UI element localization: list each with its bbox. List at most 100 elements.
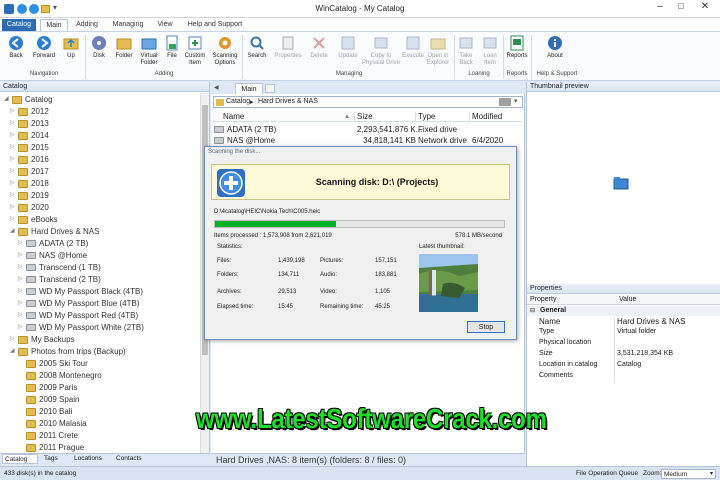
custom-item-button[interactable]: Custom Item <box>183 35 207 67</box>
drive-icon <box>26 252 36 259</box>
tab-managing[interactable]: Managing <box>108 19 148 31</box>
tab-contacts[interactable]: Contacts <box>114 454 152 464</box>
maximize-button[interactable]: □ <box>672 1 690 15</box>
address-dropdown-icon[interactable]: ▾ <box>514 97 518 105</box>
tree-item[interactable]: ▷ eBooks <box>10 214 58 225</box>
new-tab-button[interactable] <box>265 84 275 93</box>
tree-item[interactable]: ▷ WD My Passport Blue (4TB) <box>18 298 139 309</box>
address-view-button[interactable] <box>499 98 511 106</box>
tree-item[interactable]: ▷ My Backups <box>10 334 75 345</box>
tree-item[interactable]: 2009 Spain <box>18 394 79 405</box>
tree-item[interactable]: 2010 Bali <box>18 406 72 417</box>
scan-progress-bar <box>214 220 505 228</box>
file-button[interactable]: File <box>162 35 182 60</box>
properties-panel-header: Properties <box>527 284 720 294</box>
column-header-name[interactable]: Name ▲ <box>213 112 355 122</box>
plus-icon <box>217 169 245 197</box>
chevron-down-icon: ▾ <box>709 471 713 477</box>
tree-item[interactable]: 2011 Prague <box>18 442 84 453</box>
tree-item[interactable]: 2011 Crete <box>18 430 78 441</box>
property-value: 3,531,218,354 KB <box>617 350 674 357</box>
tab-view[interactable]: View <box>152 19 178 31</box>
tree-item[interactable]: ◢ Catalog <box>4 94 53 105</box>
open-in-explorer-button[interactable]: Open in Explorer <box>424 35 452 67</box>
up-button[interactable]: Up <box>60 35 82 60</box>
tree-item[interactable]: ▷ 2018 <box>10 178 49 189</box>
tree-item[interactable]: ◢ Photos from trips (Backup) <box>10 346 126 357</box>
tree-item[interactable]: ▷ WD My Passport Black (4TB) <box>18 286 143 297</box>
property-value: Hard Drives & NAS <box>617 317 686 326</box>
close-button[interactable]: ✕ <box>696 1 714 15</box>
stat-label: Archives: <box>217 289 242 295</box>
update-button[interactable]: Update <box>335 35 361 60</box>
reports-button[interactable]: Reports <box>505 35 529 60</box>
tree-item[interactable]: ▷ 2019 <box>10 190 49 201</box>
tree-item[interactable]: ▷ 2014 <box>10 130 49 141</box>
property-key: Size <box>539 350 553 357</box>
tree-item[interactable]: ▷ ADATA (2 TB) <box>18 238 88 249</box>
tab-help-support[interactable]: Help and Support <box>182 19 248 31</box>
properties-group-general[interactable]: ⊟ General <box>527 306 720 316</box>
ribbon-separator <box>454 35 455 79</box>
tree-item[interactable]: ▷ 2016 <box>10 154 49 165</box>
execute-button[interactable]: Execute <box>400 35 426 60</box>
tree-item[interactable]: ▷ 2020 <box>10 202 49 213</box>
virtual-folder-button[interactable]: Virtual Folder <box>137 35 161 67</box>
status-bar: 433 disk(s) in the catalog File Operatio… <box>0 466 720 480</box>
breadcrumb-hard-drives[interactable]: Hard Drives & NAS <box>258 98 318 105</box>
forward-arrow-icon <box>36 35 52 51</box>
scanning-options-button[interactable]: Scanning Options <box>210 35 240 67</box>
tab-catalog-bottom-label: Catalog <box>5 456 28 463</box>
column-header-size[interactable]: Size <box>355 112 416 122</box>
column-header-type[interactable]: Type <box>416 112 470 122</box>
tree-item[interactable]: ◢ Hard Drives & NAS <box>10 226 99 237</box>
tab-tags[interactable]: Tags <box>42 454 68 464</box>
tree-item[interactable]: ▷ Transcend (1 TB) <box>18 262 101 273</box>
tab-catalog-bottom[interactable]: Catalog <box>2 454 38 464</box>
tab-locations[interactable]: Locations <box>72 454 110 464</box>
folder-icon <box>12 96 22 104</box>
group-navigation-label: Navigation <box>29 71 59 77</box>
tab-main-view[interactable]: Main <box>235 83 263 94</box>
about-button[interactable]: About <box>540 35 570 60</box>
take-back-button[interactable]: Take Back <box>456 35 476 67</box>
tree-item[interactable]: ▷ 2013 <box>10 118 49 129</box>
explorer-icon <box>430 35 446 51</box>
table-row[interactable]: NAS @Home 34,818,141 KB Network drive 6/… <box>213 135 522 146</box>
tree-item[interactable]: ▷ 2015 <box>10 142 49 153</box>
address-bar[interactable]: Catalog ▸ Hard Drives & NAS ▾ <box>213 96 523 108</box>
scan-heading: Scanning disk: D:\ (Projects) <box>315 177 439 187</box>
table-row[interactable]: ADATA (2 TB) 2,293,541,876 K... Fixed dr… <box>213 124 522 135</box>
tree-item[interactable]: ▷ WD My Passport Red (4TB) <box>18 310 138 321</box>
tree-item[interactable]: ▷ Transcend (2 TB) <box>18 274 101 285</box>
tab-catalog[interactable]: Catalog <box>2 19 36 31</box>
back-button[interactable]: Back <box>4 35 28 60</box>
tree-item[interactable]: ▷ 2017 <box>10 166 49 177</box>
drive-icon <box>26 264 36 271</box>
main-tab-scroll-left[interactable]: ◀ <box>214 84 219 91</box>
column-header-modified[interactable]: Modified <box>470 112 522 122</box>
tree-item[interactable]: 2009 Paris <box>18 382 77 393</box>
breadcrumb-catalog[interactable]: Catalog <box>226 98 250 105</box>
properties-button[interactable]: Properties <box>272 35 304 60</box>
delete-button[interactable]: Delete <box>306 35 332 60</box>
tree-item[interactable]: ▷ 2012 <box>10 106 49 117</box>
tree-item[interactable]: ▷ NAS @Home <box>18 250 87 261</box>
tree-item[interactable]: ▷ WD My Passport White (2TB) <box>18 322 144 333</box>
tree-item[interactable]: 2005 Ski Tour <box>18 358 88 369</box>
tree-item[interactable]: 2008 Montenegro <box>18 370 102 381</box>
search-button[interactable]: Search <box>245 35 269 60</box>
loan-item-button[interactable]: Loan Item <box>479 35 501 67</box>
zoom-select[interactable]: Medium ▾ <box>661 469 716 479</box>
properties-icon <box>280 35 296 51</box>
file-operation-queue[interactable]: File Operation Queue <box>576 467 638 480</box>
copy-to-physical-drive-button[interactable]: Copy to Physical Drive <box>361 35 401 67</box>
folder-button[interactable]: Folder <box>112 35 136 60</box>
zoom-select-value: Medium <box>664 471 688 478</box>
tab-adding[interactable]: Adding <box>70 19 104 31</box>
minimize-button[interactable]: – <box>651 1 669 15</box>
forward-button[interactable]: Forward <box>30 35 58 60</box>
disk-button[interactable]: Disk <box>88 35 110 60</box>
stop-button[interactable]: Stop <box>467 321 505 333</box>
tree-item[interactable]: 2010 Malasia <box>18 418 87 429</box>
